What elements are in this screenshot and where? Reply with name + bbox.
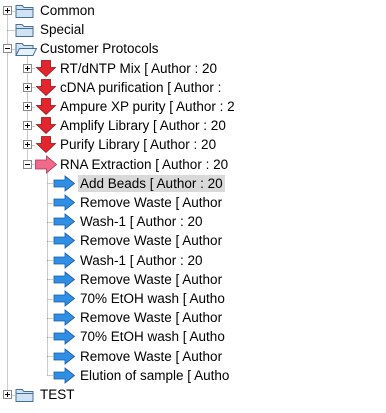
folder-open-icon bbox=[14, 39, 38, 58]
tree-node-common[interactable]: Common bbox=[0, 1, 386, 20]
tree-node-label: TEST bbox=[40, 387, 75, 402]
tree-node-label: Elution of sample [ Autho bbox=[80, 367, 230, 383]
expand-plus-icon[interactable] bbox=[23, 121, 32, 131]
tree-node-remove-waste[interactable]: Remove Waste [ Author bbox=[0, 347, 386, 366]
tree-node-label: Add Beads [ Author : 20 bbox=[78, 174, 225, 192]
tree-node-rt-dntp-mix[interactable]: RT/dNTP Mix [ Author : 20 bbox=[0, 59, 386, 78]
tree-node-label: 70% EtOH wash [ Autho bbox=[80, 329, 225, 345]
blue-right-arrow-icon bbox=[52, 212, 76, 231]
tree-node-label: Customer Protocols bbox=[40, 41, 159, 57]
tree-node-label: Common bbox=[40, 3, 95, 18]
folder-icon bbox=[14, 20, 38, 39]
tree-node-elution-of-sample[interactable]: Elution of sample [ Autho bbox=[0, 366, 386, 385]
tree-node-label: RT/dNTP Mix [ Author : 20 bbox=[60, 60, 218, 76]
tree-node-remove-waste[interactable]: Remove Waste [ Author bbox=[0, 193, 386, 212]
expand-plus-icon[interactable] bbox=[23, 63, 32, 73]
protocol-tree[interactable]: Common Special Customer Protocols RT/dNTP M… bbox=[0, 0, 386, 413]
tree-node-purify-library[interactable]: Purify Library [ Author : 20 bbox=[0, 135, 386, 154]
red-down-arrow-icon bbox=[34, 59, 58, 78]
tree-node-ampure-xp-purity[interactable]: Ampure XP purity [ Author : 2 bbox=[0, 97, 386, 116]
blue-right-arrow-icon bbox=[52, 308, 76, 327]
tree-node-label: 70% EtOH wash [ Autho bbox=[80, 291, 225, 306]
tree-node-label: RNA Extraction [ Author : 20 bbox=[60, 156, 229, 172]
tree-node-label: Remove Waste [ Author bbox=[80, 195, 223, 210]
tree-node-label: Wash-1 [ Author : 20 bbox=[80, 214, 203, 230]
tree-node-wash-1[interactable]: Wash-1 [ Author : 20 bbox=[0, 251, 386, 270]
tree-node-test[interactable]: TEST bbox=[0, 385, 386, 404]
tree-node-70-etoh-wash[interactable]: 70% EtOH wash [ Autho bbox=[0, 289, 386, 308]
blue-right-arrow-icon bbox=[52, 289, 76, 308]
tree-node-label: Remove Waste [ Author bbox=[80, 271, 223, 287]
tree-node-label: Amplify Library [ Author : 20 bbox=[60, 118, 226, 134]
blue-right-arrow-icon bbox=[52, 327, 76, 346]
tree-node-label: Purify Library [ Author : 20 bbox=[60, 137, 217, 153]
blue-right-arrow-icon bbox=[52, 270, 76, 289]
expand-plus-icon[interactable] bbox=[3, 6, 12, 15]
expand-plus-icon[interactable] bbox=[23, 140, 32, 150]
blue-right-arrow-icon bbox=[52, 251, 76, 270]
tree-node-special[interactable]: Special bbox=[0, 20, 386, 39]
red-right-arrow-icon bbox=[34, 154, 58, 174]
tree-node-label: Ampure XP purity [ Author : 2 bbox=[60, 99, 235, 114]
tree-node-customer-protocols[interactable]: Customer Protocols bbox=[0, 39, 386, 58]
red-down-arrow-icon bbox=[34, 97, 58, 116]
expand-plus-icon[interactable] bbox=[3, 390, 12, 399]
tree-node-remove-waste[interactable]: Remove Waste [ Author bbox=[0, 270, 386, 289]
expand-plus-icon[interactable] bbox=[23, 82, 32, 92]
tree-node-label: Special bbox=[40, 22, 85, 38]
red-down-arrow-icon bbox=[34, 78, 58, 97]
tree-node-label: Wash-1 [ Author : 20 bbox=[80, 252, 203, 268]
collapse-minus-icon[interactable] bbox=[23, 159, 32, 169]
blue-right-arrow-icon bbox=[52, 231, 76, 250]
tree-node-label: Remove Waste [ Author bbox=[80, 348, 223, 364]
tree-node-wash-1[interactable]: Wash-1 [ Author : 20 bbox=[0, 212, 386, 231]
collapse-minus-icon[interactable] bbox=[3, 44, 12, 54]
blue-right-arrow-icon bbox=[52, 174, 76, 193]
tree-node-rna-extraction[interactable]: RNA Extraction [ Author : 20 bbox=[0, 154, 386, 174]
folder-icon bbox=[14, 385, 38, 404]
folder-icon bbox=[14, 1, 38, 20]
tree-node-cdna-purification[interactable]: cDNA purification [ Author : bbox=[0, 78, 386, 97]
red-down-arrow-icon bbox=[34, 116, 58, 135]
expand-plus-icon[interactable] bbox=[23, 102, 32, 111]
blue-right-arrow-icon bbox=[52, 366, 76, 385]
tree-node-label: Remove Waste [ Author bbox=[80, 310, 223, 326]
tree-node-70-etoh-wash[interactable]: 70% EtOH wash [ Autho bbox=[0, 327, 386, 346]
tree-node-label: cDNA purification [ Author : bbox=[60, 79, 222, 95]
tree-node-remove-waste[interactable]: Remove Waste [ Author bbox=[0, 231, 386, 250]
blue-right-arrow-icon bbox=[52, 347, 76, 366]
blue-right-arrow-icon bbox=[52, 193, 76, 212]
tree-node-remove-waste[interactable]: Remove Waste [ Author bbox=[0, 308, 386, 327]
tree-node-amplify-library[interactable]: Amplify Library [ Author : 20 bbox=[0, 116, 386, 135]
tree-node-add-beads[interactable]: Add Beads [ Author : 20 bbox=[0, 174, 386, 193]
red-down-arrow-icon bbox=[34, 135, 58, 154]
tree-node-label: Remove Waste [ Author bbox=[80, 233, 223, 249]
